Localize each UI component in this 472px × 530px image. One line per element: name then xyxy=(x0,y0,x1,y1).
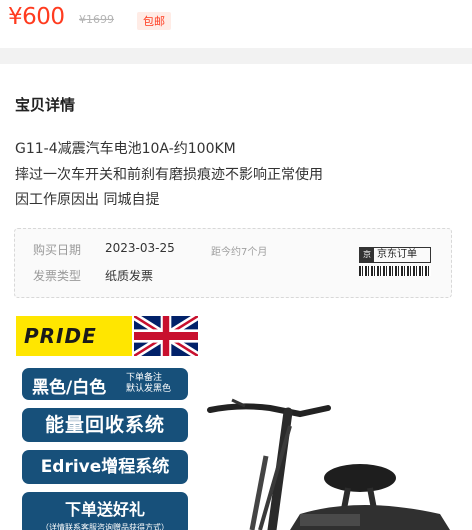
gift-text: 下单送好礼 xyxy=(64,500,145,519)
free-shipping-tag: 包邮 xyxy=(137,12,171,30)
description-line: G11-4减震汽车电池10A-约100KM xyxy=(15,141,236,157)
edrive-pill: Edrive增程系统 xyxy=(22,450,188,484)
jd-order-label: 京东订单 xyxy=(377,249,417,260)
invoice-type-label: 发票类型 xyxy=(33,269,82,283)
description-line: 因工作原因出 同城自提 xyxy=(15,192,160,208)
item-detail-section: 宝贝详情 G11-4减震汽车电池10A-约100KM 摔过一次车开关和前刹有磨损… xyxy=(0,64,472,530)
color-option-text: 黑色/白色 xyxy=(32,378,107,398)
jd-icon: 京 xyxy=(360,248,374,262)
current-price: ¥600 xyxy=(8,4,65,30)
electric-scooter-illustration xyxy=(207,398,450,530)
color-option-pill: 黑色/白色 下单备注 默认发黑色 xyxy=(22,368,188,400)
gift-pill: 下单送好礼 （详情联系客服咨询赠品获得方式） xyxy=(22,492,188,530)
brand-name: PRIDE xyxy=(24,324,97,348)
purchase-date-value: 2023-03-25 xyxy=(105,241,175,255)
brand-logo: PRIDE xyxy=(16,316,132,356)
jd-order-badge: 京京东订单 xyxy=(359,247,431,263)
original-price: ¥1699 xyxy=(79,13,114,26)
detail-title: 宝贝详情 xyxy=(15,96,76,114)
union-jack-icon xyxy=(134,316,198,356)
product-photo[interactable]: PRIDE 黑色/白色 下单备注 默认发黑色 能量回收系统 Edrive增程系统 … xyxy=(0,316,472,530)
purchase-date-label: 购买日期 xyxy=(33,243,82,257)
gift-note: （详情联系客服咨询赠品获得方式） xyxy=(41,523,169,530)
price-bar: ¥600 ¥1699 包邮 xyxy=(0,0,472,48)
description-line: 摔过一次车开关和前刹有磨损痕迹不影响正常使用 xyxy=(15,167,323,183)
barcode-icon xyxy=(359,266,431,276)
purchase-info-card[interactable]: 购买日期 2023-03-25 距今约7个月 发票类型 纸质发票 京京东订单 xyxy=(14,228,452,298)
purchase-date-ago: 距今约7个月 xyxy=(211,247,268,258)
color-option-note: 下单备注 默认发黑色 xyxy=(126,373,172,394)
energy-recovery-pill: 能量回收系统 xyxy=(22,408,188,442)
invoice-type-value: 纸质发票 xyxy=(105,269,154,283)
